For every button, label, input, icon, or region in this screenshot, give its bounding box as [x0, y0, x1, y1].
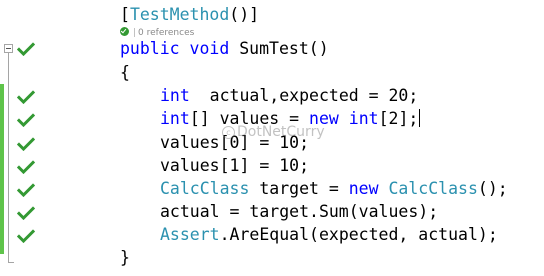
attribute-type: TestMethod — [129, 5, 230, 24]
open-brace: { — [120, 63, 130, 82]
test-passed-check-icon[interactable] — [17, 113, 35, 127]
attribute-args: ()] — [229, 5, 260, 24]
test-passed-check-icon[interactable] — [17, 160, 35, 174]
collapse-outline-icon[interactable] — [4, 44, 13, 53]
keyword-public: public — [120, 39, 180, 58]
test-passed-check-icon[interactable] — [17, 229, 35, 243]
change-tracking-bar — [0, 84, 4, 254]
watermark: c DotNetCurry — [222, 124, 325, 140]
keyword-int: int — [348, 109, 379, 128]
keyword-void: void — [189, 39, 230, 58]
copyright-icon: c — [222, 126, 235, 139]
test-passed-check-icon[interactable] — [17, 183, 35, 197]
code-line-open-brace[interactable]: { — [120, 61, 130, 85]
code-line-assert[interactable]: Assert.AreEqual(expected, actual); — [160, 223, 498, 247]
constructor-call-text: (); — [477, 179, 508, 198]
test-passed-check-icon[interactable] — [17, 90, 35, 104]
code-line-method-signature[interactable]: public void SumTest() — [120, 37, 329, 61]
variable-text: target = — [249, 179, 349, 198]
keyword-int: int — [160, 109, 190, 128]
outline-guide-end — [8, 262, 14, 263]
code-line-assign-1[interactable]: values[1] = 10; — [160, 154, 309, 178]
code-line-new-calcclass[interactable]: CalcClass target = new CalcClass(); — [160, 177, 508, 201]
array-size-text: [2]; — [378, 109, 419, 128]
test-passed-icon — [120, 27, 129, 36]
type-calcclass: CalcClass — [388, 179, 478, 198]
text-caret — [419, 109, 421, 127]
method-name: SumTest() — [239, 39, 329, 58]
type-assert: Assert — [160, 225, 220, 244]
test-passed-check-icon[interactable] — [17, 137, 35, 151]
code-line-close-brace[interactable]: } — [120, 246, 130, 270]
declaration-text: actual,expected = 20; — [189, 86, 419, 105]
statement-text: actual = target.Sum(values); — [160, 202, 439, 221]
test-passed-check-icon[interactable] — [17, 206, 35, 220]
code-line-declare-ints[interactable]: int actual,expected = 20; — [160, 84, 418, 108]
assignment-text: values[1] = 10; — [160, 156, 310, 175]
close-brace: } — [120, 248, 130, 267]
code-line-attribute[interactable]: [TestMethod()] — [120, 3, 259, 27]
bracket-open: [ — [120, 5, 130, 24]
type-calcclass: CalcClass — [160, 179, 250, 198]
keyword-int: int — [160, 86, 190, 105]
outline-guide-line — [8, 53, 9, 263]
code-editor[interactable]: [TestMethod()] | 0 references public void… — [0, 0, 544, 276]
keyword-new: new — [348, 179, 379, 198]
watermark-text: DotNetCurry — [237, 124, 325, 140]
code-line-call-sum[interactable]: actual = target.Sum(values); — [160, 200, 438, 224]
assert-call-text: .AreEqual(expected, actual); — [219, 225, 498, 244]
test-passed-check-icon[interactable] — [17, 42, 35, 56]
